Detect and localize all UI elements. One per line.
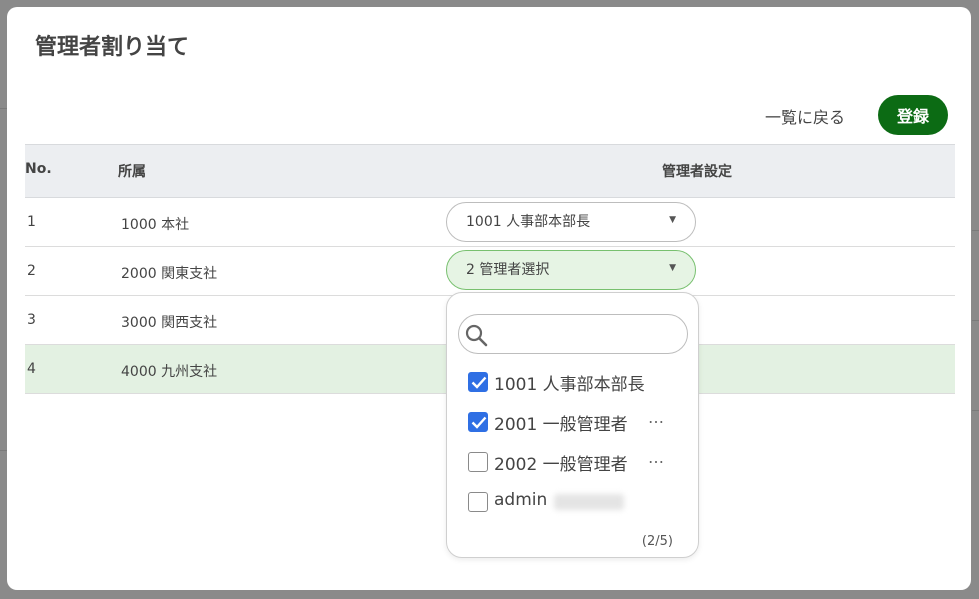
manager-dropdown-panel: 1001 人事部本部長 2001 一般管理者 … 2002 一般管理者 … ad… [446,292,699,558]
option-2001[interactable]: 2001 一般管理者 … [468,408,688,435]
manager-assignment-modal: 管理者割り当て 一覧に戻る 登録 No. 所属 管理者設定 1 1000 本社 … [7,7,971,590]
checkbox-unchecked[interactable] [468,452,488,472]
background-divider [972,230,979,231]
background-divider [972,320,979,321]
option-label: 2001 一般管理者 [494,415,628,435]
header-no: No. [25,161,52,177]
row-no: 4 [27,361,36,377]
row-affiliation: 1000 本社 [121,217,190,233]
header-affiliation: 所属 [118,164,146,180]
background-divider [0,108,7,109]
option-admin[interactable]: admin [468,490,688,514]
back-to-list-link[interactable]: 一覧に戻る [765,104,845,128]
row-no: 1 [27,214,36,230]
header-manager-setting: 管理者設定 [662,164,732,180]
more-icon: … [648,408,664,427]
check-icon [471,376,487,389]
table-row: 1 1000 本社 1001 人事部本部長 ▼ [25,198,955,247]
manager-select[interactable]: 1001 人事部本部長 ▼ [446,202,696,242]
option-label: 1001 人事部本部長 [494,375,645,395]
option-2002[interactable]: 2002 一般管理者 … [468,448,688,475]
modal-title: 管理者割り当て [35,35,190,60]
manager-select-value: 1001 人事部本部長 [466,214,591,230]
checkbox-checked[interactable] [468,412,488,432]
row-affiliation: 4000 九州支社 [121,364,218,380]
row-affiliation: 2000 関東支社 [121,266,218,282]
dropdown-search[interactable] [458,314,688,354]
check-icon [471,416,487,429]
option-1001[interactable]: 1001 人事部本部長 [468,370,688,395]
checkbox-unchecked[interactable] [468,492,488,512]
background-divider [972,410,979,411]
background-divider [0,450,7,451]
search-icon [465,324,488,347]
redacted-text [554,494,624,510]
manager-select-value: 2 管理者選択 [466,262,550,278]
more-icon: … [648,448,664,467]
caret-down-icon: ▼ [669,215,676,225]
manager-select-open[interactable]: 2 管理者選択 ▼ [446,250,696,290]
selection-count: (2/5) [641,534,673,549]
option-label: 2002 一般管理者 [494,455,628,475]
checkbox-checked[interactable] [468,372,488,392]
row-affiliation: 3000 関西支社 [121,315,218,331]
option-label: admin [494,490,548,510]
search-input[interactable] [495,323,675,345]
row-no: 2 [27,263,36,279]
caret-down-icon: ▼ [669,263,676,273]
table-row: 2 2000 関東支社 2 管理者選択 ▼ [25,247,955,296]
register-button[interactable]: 登録 [878,95,948,135]
row-no: 3 [27,312,36,328]
table-header: No. 所属 管理者設定 [25,144,955,198]
